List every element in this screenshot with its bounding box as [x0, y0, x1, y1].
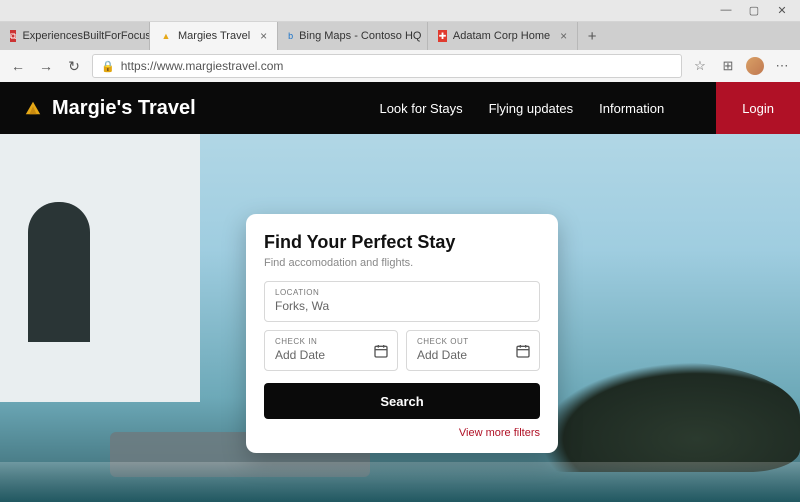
hero-door: [28, 202, 90, 342]
checkin-label: CHECK IN: [275, 337, 387, 346]
checkin-field[interactable]: CHECK IN Add Date: [264, 330, 398, 371]
site-favicon: ▲: [160, 30, 172, 42]
location-field[interactable]: LOCATION Forks, Wa: [264, 281, 540, 322]
adatam-favicon: ✚: [438, 30, 447, 42]
search-button[interactable]: Search: [264, 383, 540, 419]
site-header: Margie's Travel Look for Stays Flying up…: [0, 82, 800, 134]
back-button[interactable]: ←: [8, 58, 28, 74]
search-title: Find Your Perfect Stay: [264, 232, 540, 253]
tab-label: Margies Travel: [178, 30, 250, 42]
address-bar[interactable]: 🔒 https://www.margiestravel.com: [92, 54, 682, 78]
view-more-filters-link[interactable]: View more filters: [264, 427, 540, 439]
pdf-favicon: ⧉: [10, 30, 16, 42]
nav-information[interactable]: Information: [599, 101, 664, 116]
checkout-label: CHECK OUT: [417, 337, 529, 346]
nav-flying-updates[interactable]: Flying updates: [489, 101, 574, 116]
tab-strip: ⧉ ExperiencesBuiltForFocus.pdf × ▲ Margi…: [0, 22, 800, 50]
tent-icon: [24, 99, 42, 117]
location-value: Forks, Wa: [275, 299, 529, 313]
checkout-value: Add Date: [417, 348, 529, 362]
checkin-value: Add Date: [275, 348, 387, 362]
forward-button[interactable]: →: [36, 58, 56, 74]
lock-icon: 🔒: [101, 60, 115, 73]
hero-pool: [0, 462, 800, 502]
calendar-icon: [515, 343, 531, 359]
window-maximize-button[interactable]: ▢: [748, 4, 760, 17]
nav-look-for-stays[interactable]: Look for Stays: [379, 101, 462, 116]
profile-avatar[interactable]: [746, 57, 764, 75]
calendar-icon: [373, 343, 389, 359]
browser-toolbar: ← → ↻ 🔒 https://www.margiestravel.com ☆ …: [0, 50, 800, 82]
tab-label: ExperiencesBuiltForFocus.pdf: [22, 30, 150, 42]
new-tab-button[interactable]: +: [578, 28, 606, 45]
tab-adatam[interactable]: ✚ Adatam Corp Home ×: [428, 22, 578, 50]
window-close-button[interactable]: ✕: [776, 4, 788, 17]
favorites-button[interactable]: ☆: [690, 58, 710, 74]
brand[interactable]: Margie's Travel: [24, 97, 196, 120]
tab-close-icon[interactable]: ×: [560, 29, 567, 43]
login-button[interactable]: Login: [716, 82, 800, 134]
tab-label: Bing Maps - Contoso HQ: [299, 30, 421, 42]
tab-close-icon[interactable]: ×: [260, 29, 267, 43]
tab-label: Adatam Corp Home: [453, 30, 550, 42]
url-text: https://www.margiestravel.com: [121, 59, 284, 73]
window-controls: — ▢ ✕: [0, 0, 800, 21]
hero-rocks: [540, 362, 800, 472]
tab-margies-travel[interactable]: ▲ Margies Travel ×: [150, 22, 278, 50]
location-label: LOCATION: [275, 288, 529, 297]
brand-name: Margie's Travel: [52, 97, 196, 120]
page-viewport: Margie's Travel Look for Stays Flying up…: [0, 82, 800, 502]
search-subtitle: Find accomodation and flights.: [264, 257, 540, 269]
browser-chrome: — ▢ ✕: [0, 0, 800, 22]
checkout-field[interactable]: CHECK OUT Add Date: [406, 330, 540, 371]
bing-favicon: b: [288, 30, 293, 42]
refresh-button[interactable]: ↻: [64, 58, 84, 75]
tab-experiences-pdf[interactable]: ⧉ ExperiencesBuiltForFocus.pdf ×: [0, 22, 150, 50]
search-card: Find Your Perfect Stay Find accomodation…: [246, 214, 558, 453]
collections-button[interactable]: ⊞: [718, 58, 738, 74]
tab-bing-maps[interactable]: b Bing Maps - Contoso HQ ×: [278, 22, 428, 50]
window-minimize-button[interactable]: —: [720, 4, 732, 17]
menu-button[interactable]: ⋯: [772, 58, 792, 74]
nav-links: Look for Stays Flying updates Informatio…: [379, 82, 800, 134]
